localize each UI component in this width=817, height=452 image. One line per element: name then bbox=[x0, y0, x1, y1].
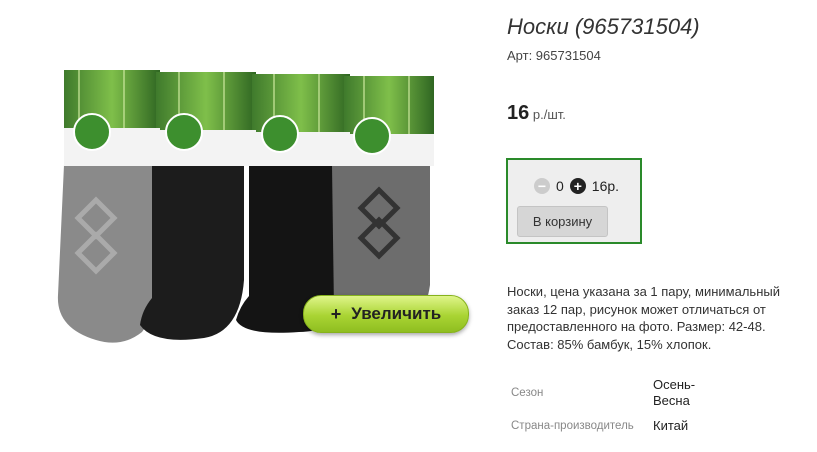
quantity-stepper: − 0 + 16р. bbox=[534, 178, 619, 194]
zoom-button[interactable]: + Увеличить bbox=[303, 295, 469, 333]
minus-icon[interactable]: − bbox=[534, 178, 550, 194]
product-title: Носки (965731504) bbox=[507, 14, 700, 39]
property-value: Китай bbox=[653, 418, 689, 433]
quantity-value: 0 bbox=[556, 178, 564, 194]
plus-icon: + bbox=[330, 303, 342, 324]
property-label: Страна-производитель bbox=[511, 420, 634, 432]
price-value: 16 bbox=[507, 102, 530, 124]
plus-icon[interactable]: + bbox=[569, 178, 586, 194]
product-description: Носки, цена указана за 1 пару, минимальн… bbox=[507, 284, 780, 352]
product-sku: Арт: 965731504 bbox=[507, 48, 601, 63]
property-value: Осень-Весна bbox=[653, 377, 696, 408]
add-to-cart-button[interactable]: В корзину bbox=[517, 206, 608, 237]
zoom-label: Увеличить bbox=[351, 304, 442, 323]
buy-box: − 0 + 16р. В корзину bbox=[506, 158, 642, 244]
property-label: Сезон bbox=[511, 387, 544, 399]
total-price: 16р. bbox=[591, 178, 620, 194]
product-price: 16 р./шт. bbox=[507, 102, 566, 125]
price-unit: р./шт. bbox=[529, 107, 566, 122]
